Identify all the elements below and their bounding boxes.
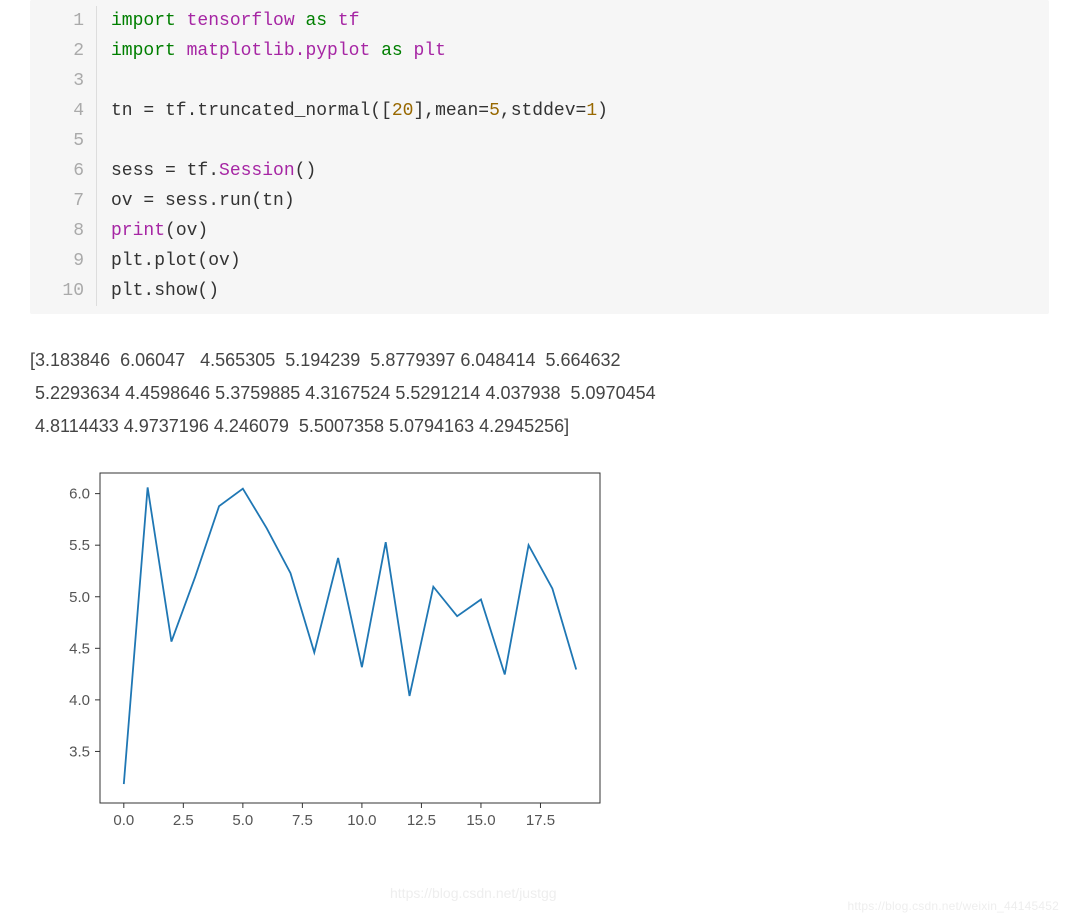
svg-text:17.5: 17.5 — [526, 812, 555, 829]
svg-text:5.0: 5.0 — [69, 589, 90, 606]
line-number: 2 — [30, 36, 97, 66]
code-line: 9plt.plot(ov) — [30, 246, 1049, 276]
code-text: ov = sess.run(tn) — [97, 186, 295, 216]
line-number: 8 — [30, 216, 97, 246]
code-line: 4tn = tf.truncated_normal([20],mean=5,st… — [30, 96, 1049, 126]
svg-text:5.0: 5.0 — [232, 812, 253, 829]
watermark-inline: https://blog.csdn.net/justgg — [390, 885, 557, 901]
svg-text:6.0: 6.0 — [69, 486, 90, 503]
code-line: 8print(ov) — [30, 216, 1049, 246]
code-text: import tensorflow as tf — [97, 6, 360, 36]
code-text: sess = tf.Session() — [97, 156, 316, 186]
code-block: 1import tensorflow as tf2import matplotl… — [30, 0, 1049, 314]
code-text: plt.show() — [97, 276, 219, 306]
code-text: plt.plot(ov) — [97, 246, 241, 276]
line-number: 1 — [30, 6, 97, 36]
svg-text:10.0: 10.0 — [347, 812, 376, 829]
watermark-corner: https://blog.csdn.net/weixin_44145452 — [847, 899, 1059, 913]
svg-text:4.5: 4.5 — [69, 640, 90, 657]
code-line: 2import matplotlib.pyplot as plt — [30, 36, 1049, 66]
stdout-output: [3.183846 6.06047 4.565305 5.194239 5.87… — [30, 344, 1049, 443]
svg-text:3.5: 3.5 — [69, 743, 90, 760]
line-number: 4 — [30, 96, 97, 126]
svg-text:15.0: 15.0 — [466, 812, 495, 829]
code-line: 5 — [30, 126, 1049, 156]
line-number: 3 — [30, 66, 97, 96]
code-text: print(ov) — [97, 216, 208, 246]
code-line: 10plt.show() — [30, 276, 1049, 306]
code-line: 1import tensorflow as tf — [30, 6, 1049, 36]
code-text — [97, 66, 111, 96]
line-number: 9 — [30, 246, 97, 276]
svg-text:0.0: 0.0 — [113, 812, 134, 829]
code-line: 7ov = sess.run(tn) — [30, 186, 1049, 216]
line-number: 7 — [30, 186, 97, 216]
code-line: 3 — [30, 66, 1049, 96]
chart-svg: 3.5 4.0 4.5 5.0 5.5 6.0 0.0 2.5 5.0 7.5 10.0 12.5 15… — [30, 463, 610, 843]
code-text: import matplotlib.pyplot as plt — [97, 36, 446, 66]
svg-text:12.5: 12.5 — [407, 812, 436, 829]
svg-text:2.5: 2.5 — [173, 812, 194, 829]
code-text — [97, 126, 111, 156]
line-number: 5 — [30, 126, 97, 156]
line-chart: 3.5 4.0 4.5 5.0 5.5 6.0 0.0 2.5 5.0 7.5 10.0 12.5 15… — [30, 463, 1049, 843]
svg-text:7.5: 7.5 — [292, 812, 313, 829]
code-text: tn = tf.truncated_normal([20],mean=5,std… — [97, 96, 608, 126]
code-line: 6sess = tf.Session() — [30, 156, 1049, 186]
line-number: 10 — [30, 276, 97, 306]
line-number: 6 — [30, 156, 97, 186]
svg-text:5.5: 5.5 — [69, 537, 90, 554]
svg-text:4.0: 4.0 — [69, 692, 90, 709]
